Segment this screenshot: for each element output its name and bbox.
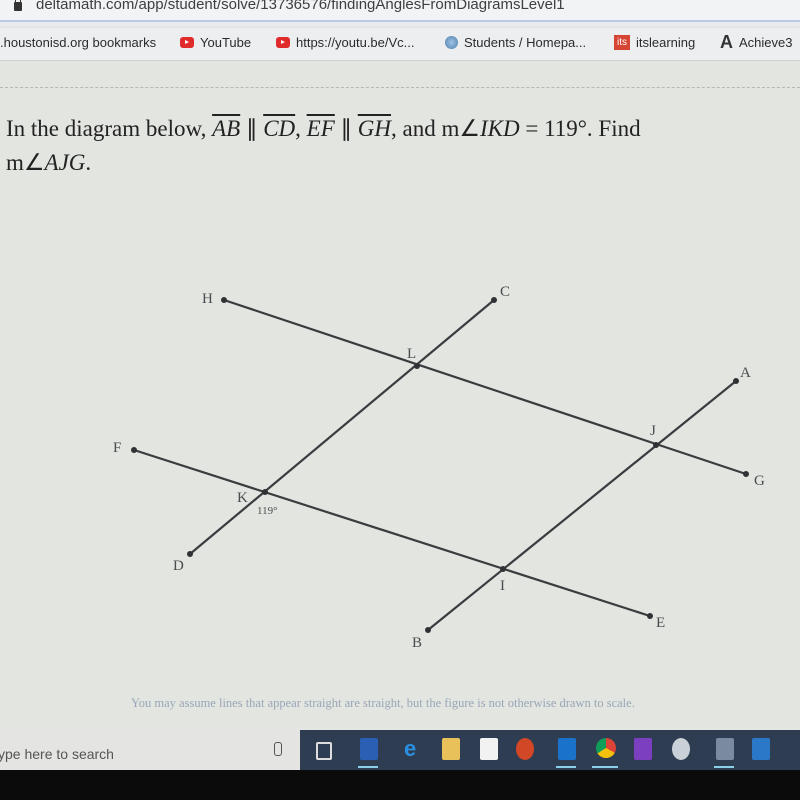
file-explorer-icon[interactable] xyxy=(442,738,460,760)
active-indicator xyxy=(592,766,618,768)
point-c xyxy=(491,297,497,303)
point-l xyxy=(414,363,420,369)
active-indicator xyxy=(556,766,576,768)
whiteboard-icon[interactable] xyxy=(752,738,770,760)
label-i: I xyxy=(500,578,505,594)
point-i xyxy=(500,566,506,572)
point-b xyxy=(425,627,431,633)
store-icon[interactable] xyxy=(480,738,498,760)
label-c: C xyxy=(500,284,510,300)
taskbar-search[interactable]: ype here to search xyxy=(0,730,300,770)
onenote-icon[interactable] xyxy=(634,738,652,760)
angle-label-119: 119° xyxy=(257,505,278,517)
line-hg xyxy=(222,298,748,476)
point-f xyxy=(131,447,137,453)
outlook-icon[interactable] xyxy=(558,738,576,760)
point-g xyxy=(743,471,749,477)
label-g: G xyxy=(754,473,765,489)
label-f: F xyxy=(113,440,121,456)
task-view-icon[interactable] xyxy=(316,742,332,760)
microphone-icon[interactable] xyxy=(274,742,282,756)
angle-diagram: H C L A J G F K D I E B 119° xyxy=(113,284,765,651)
label-a: A xyxy=(740,365,751,381)
label-j: J xyxy=(650,423,656,439)
screen-bezel xyxy=(0,770,800,800)
edge-icon[interactable]: e xyxy=(404,738,422,760)
search-placeholder: ype here to search xyxy=(0,746,114,762)
label-e: E xyxy=(656,615,665,631)
calculator-icon[interactable] xyxy=(716,738,734,760)
point-d xyxy=(187,551,193,557)
label-h: H xyxy=(202,291,213,307)
point-h xyxy=(221,297,227,303)
label-d: D xyxy=(173,558,184,574)
line-fe xyxy=(132,448,652,618)
label-l: L xyxy=(407,346,416,362)
point-a xyxy=(733,378,739,384)
scale-note: You may assume lines that appear straigh… xyxy=(131,696,635,710)
point-k xyxy=(262,489,268,495)
label-b: B xyxy=(412,635,422,651)
chrome-icon[interactable] xyxy=(596,738,616,758)
point-j xyxy=(653,442,659,448)
active-indicator xyxy=(714,766,734,768)
active-indicator xyxy=(358,766,378,768)
label-k: K xyxy=(237,490,248,506)
snip-sketch-icon[interactable] xyxy=(672,738,690,760)
word-icon[interactable] xyxy=(360,738,378,760)
point-e xyxy=(647,613,653,619)
powerpoint-icon[interactable] xyxy=(516,738,534,760)
